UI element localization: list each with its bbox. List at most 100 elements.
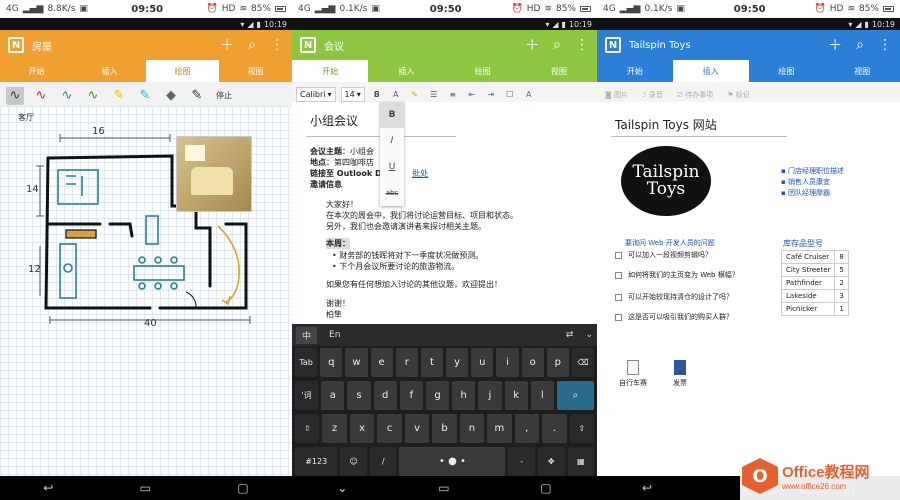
backspace-icon[interactable]: ⌫ (571, 348, 595, 377)
checkbox-icon[interactable]: ☐ (503, 90, 517, 99)
insert-audio-button[interactable]: ♪ 录音 (642, 90, 663, 100)
tab-draw[interactable]: 绘图 (445, 60, 521, 82)
key-a[interactable]: a (321, 381, 345, 410)
shift-right-icon[interactable]: ⇧ (569, 414, 594, 443)
split-icon[interactable]: ⇄ (566, 330, 574, 340)
insert-tag-button[interactable]: ⚑ 标记 (727, 90, 750, 100)
home-icon[interactable]: ▭ (140, 481, 151, 495)
pen-green-icon[interactable]: ∿ (84, 87, 102, 105)
key-i[interactable]: i (496, 348, 519, 377)
key-d[interactable]: d (373, 381, 397, 410)
onenote-logo-icon[interactable]: N (605, 37, 621, 53)
key-g[interactable]: g (425, 381, 450, 410)
font-color-icon[interactable]: A (389, 90, 403, 99)
strikethrough-option[interactable]: abc (380, 180, 404, 206)
search-icon[interactable]: ⌕ (556, 381, 594, 410)
outlook-link[interactable]: 批处 (412, 169, 428, 178)
tab-draw[interactable]: 绘图 (146, 60, 219, 82)
key-t[interactable]: t (420, 348, 444, 377)
key-s[interactable]: s (347, 381, 371, 410)
key-j[interactable]: j (478, 381, 502, 410)
slash-key[interactable]: / (369, 447, 397, 476)
indent-icon[interactable]: ⇥ (484, 90, 498, 99)
drawing-canvas[interactable]: 客厅 16 14 12 40 (0, 106, 292, 476)
key-v[interactable]: v (404, 414, 430, 443)
key-z[interactable]: z (322, 414, 347, 443)
search-icon[interactable]: ⌕ (248, 37, 256, 53)
search-icon[interactable]: ⌕ (856, 37, 864, 53)
key-e[interactable]: e (370, 348, 393, 377)
room-photo[interactable] (176, 136, 252, 212)
tab-home[interactable]: 开始 (292, 60, 369, 82)
attachment-invoice[interactable]: 发票 (673, 360, 687, 388)
key-h[interactable]: h (452, 381, 476, 410)
bold-option[interactable]: B (380, 102, 404, 128)
back-icon[interactable]: ↩ (43, 481, 53, 495)
recents-icon[interactable]: ▢ (237, 481, 248, 495)
attachment-bike-race[interactable]: 自行车赛 (619, 360, 647, 388)
todo-checkbox[interactable] (615, 313, 622, 321)
numbering-icon[interactable]: ≡ (446, 90, 460, 99)
font-select[interactable]: Calibri ▾ (296, 87, 336, 102)
more-icon[interactable]: ⋮ (878, 37, 892, 53)
key-p[interactable]: p (546, 348, 569, 377)
bold-icon[interactable]: B (370, 90, 384, 99)
link-team-manager[interactable]: 团队经理摩霸 (781, 188, 844, 199)
shift-icon[interactable]: ⇧ (295, 414, 320, 443)
key-k[interactable]: k (504, 381, 528, 410)
key-comma[interactable]: , (514, 414, 540, 443)
bullets-icon[interactable]: ☰ (427, 90, 441, 99)
key-r[interactable]: r (395, 348, 418, 377)
key-o[interactable]: o (521, 348, 544, 377)
more-icon[interactable]: ⋮ (575, 37, 589, 53)
eraser-icon[interactable]: ◆ (162, 87, 180, 105)
insert-todo-button[interactable]: ☑ 待办事项 (677, 90, 714, 100)
add-icon[interactable]: ＋ (220, 35, 234, 55)
insert-picture-button[interactable]: ◙ 图片 (605, 90, 628, 100)
pen-red-icon[interactable]: ∿ (32, 87, 50, 105)
tab-draw[interactable]: 绘图 (749, 60, 825, 82)
key-u[interactable]: u (471, 348, 494, 377)
home-icon[interactable]: ▭ (438, 481, 449, 495)
note-page[interactable]: Tailspin Toys 网站 Tailspin Toys 门店经理职位描述 … (597, 102, 900, 476)
android-icon[interactable]: ☺ (340, 447, 367, 476)
tab-view[interactable]: 视图 (219, 60, 292, 82)
key-x[interactable]: x (349, 414, 375, 443)
key-y[interactable]: y (446, 348, 469, 377)
key-c[interactable]: c (377, 414, 402, 443)
onenote-logo-icon[interactable]: N (300, 37, 316, 53)
back-icon[interactable]: ↩ (642, 481, 652, 495)
key-f[interactable]: f (399, 381, 423, 410)
tab-insert[interactable]: 插入 (368, 60, 444, 82)
lang-en-key[interactable]: En (329, 330, 340, 340)
italic-option[interactable]: I (380, 128, 404, 154)
stop-button[interactable]: 停止 (216, 90, 232, 101)
key-m[interactable]: m (487, 414, 512, 443)
numbers-key[interactable]: #123 (295, 447, 338, 476)
chevron-down-icon[interactable]: ⌄ (337, 481, 347, 495)
key-n[interactable]: n (459, 414, 485, 443)
add-icon[interactable]: ＋ (525, 35, 539, 55)
hyphen-key[interactable]: - (508, 447, 535, 476)
tab-home[interactable]: 开始 (0, 60, 73, 82)
add-icon[interactable]: ＋ (828, 35, 842, 55)
key-w[interactable]: w (345, 348, 368, 377)
note-page[interactable]: 小组会议 会议主题：小组会 地点：第四咖啡店 链接至 Outlook D 批处 … (292, 102, 597, 324)
pen-teal-icon[interactable]: ∿ (58, 87, 76, 105)
tab-home[interactable]: 开始 (597, 60, 673, 82)
recents-icon[interactable]: ▢ (540, 481, 551, 495)
more-icon[interactable]: ⋮ (270, 37, 284, 53)
key-l[interactable]: l (530, 381, 554, 410)
ci-key[interactable]: '词 (295, 381, 319, 410)
keyboard-settings-icon[interactable]: ▦ (567, 447, 595, 476)
tab-view[interactable]: 视图 (521, 60, 597, 82)
underline-option[interactable]: U (380, 154, 404, 180)
onenote-logo-icon[interactable]: N (8, 37, 24, 53)
tab-view[interactable]: 视图 (824, 60, 900, 82)
highlighter-cyan-icon[interactable]: ✎ (136, 87, 154, 105)
chevron-down-icon[interactable]: ⌄ (585, 330, 593, 340)
key-q[interactable]: q (320, 348, 343, 377)
outdent-icon[interactable]: ⇤ (465, 90, 479, 99)
tab-key[interactable]: Tab (295, 348, 318, 377)
todo-checkbox[interactable] (615, 293, 622, 301)
